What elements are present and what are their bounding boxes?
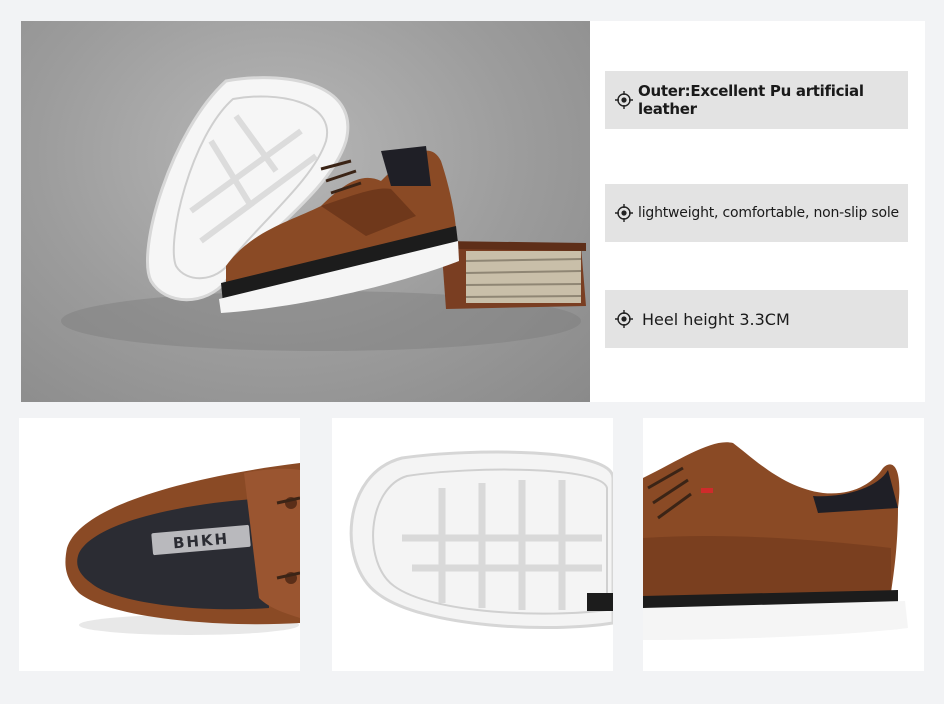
hero-product-photo bbox=[21, 21, 590, 402]
book-prop bbox=[441, 241, 586, 309]
crosshair-icon bbox=[615, 91, 633, 109]
thumbnail-heel bbox=[643, 418, 924, 671]
feature-text: Heel height 3.3CM bbox=[642, 309, 790, 329]
feature-item-outer: Outer:Excellent Pu artificial leather bbox=[605, 71, 908, 129]
feature-text: lightweight, comfortable, non-slip sole bbox=[638, 205, 899, 221]
thumbnail-insole: BHKH bbox=[19, 418, 300, 671]
crosshair-icon bbox=[615, 310, 633, 328]
crosshair-icon bbox=[615, 204, 633, 222]
feature-item-sole: lightweight, comfortable, non-slip sole bbox=[605, 184, 908, 242]
thumbnail-outsole bbox=[332, 418, 613, 671]
feature-panel: Outer:Excellent Pu artificial leather li… bbox=[590, 21, 925, 402]
feature-item-heel: Heel height 3.3CM bbox=[605, 290, 908, 348]
feature-text: Outer:Excellent Pu artificial leather bbox=[638, 82, 864, 118]
